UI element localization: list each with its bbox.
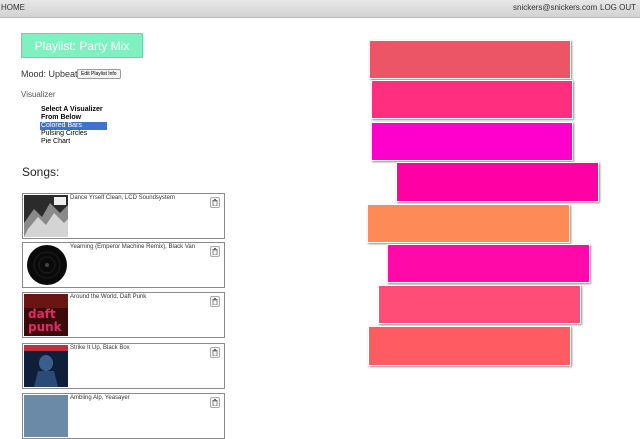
trash-icon[interactable] — [210, 397, 220, 408]
trash-icon[interactable] — [210, 246, 220, 257]
visualizer-bar — [369, 40, 571, 79]
mood-label: Mood: Upbeat — [21, 69, 78, 79]
trash-icon[interactable] — [210, 347, 220, 358]
top-nav-bar: HOME snickers@snickers.com LOG OUT — [0, 0, 640, 18]
visualizer-bar — [368, 326, 571, 366]
visualizer-option[interactable]: Colored Bars — [40, 122, 107, 130]
visualizer-option[interactable]: Pulsing Circles — [40, 130, 107, 138]
song-title: Around the World, Daft Punk — [70, 294, 147, 300]
svg-text:punk: punk — [28, 320, 63, 334]
visualizer-option: Select A Visualizer — [41, 106, 103, 113]
album-art — [24, 395, 68, 437]
visualizer-bar — [371, 80, 573, 119]
album-art — [24, 345, 68, 387]
visualizer-bar — [387, 244, 590, 283]
visualizer-option: From Below — [41, 114, 82, 121]
visualizer-option[interactable]: Pie Chart — [40, 138, 107, 146]
svg-text:daft: daft — [28, 307, 56, 321]
nav-home-link[interactable]: HOME — [1, 3, 25, 12]
playlist-title: Playlist: Party Mix — [21, 33, 143, 58]
song-card: Dance Yrself Clean, LCD Soundsystem — [22, 193, 225, 239]
visualizer-heading: Visualizer — [21, 90, 56, 99]
trash-icon[interactable] — [210, 197, 220, 208]
album-art — [24, 244, 68, 286]
nav-user-email[interactable]: snickers@snickers.com — [513, 3, 597, 12]
song-title: Yearning (Emperor Machine Remix), Black … — [70, 244, 196, 250]
album-art: daft punk — [24, 294, 68, 336]
song-card: Yearning (Emperor Machine Remix), Black … — [22, 242, 225, 288]
album-art — [24, 195, 68, 237]
song-card: Strike It Up, Black Box — [22, 343, 225, 389]
visualizer-bar — [378, 285, 581, 324]
visualizer-bar — [367, 204, 570, 243]
trash-icon[interactable] — [210, 296, 220, 307]
visualizer-bar — [371, 122, 573, 161]
songs-heading: Songs: — [22, 165, 60, 179]
visualizer-canvas — [360, 35, 610, 375]
song-title: Dance Yrself Clean, LCD Soundsystem — [70, 195, 175, 201]
song-title: Strike It Up, Black Box — [70, 345, 130, 351]
edit-playlist-button[interactable]: Edit Playlist Info — [77, 69, 121, 79]
visualizer-select-list[interactable]: Select A Visualizer From Below Colored Bar… — [40, 106, 107, 146]
song-card: daft punk Around the World, Daft Punk — [22, 292, 225, 338]
visualizer-bar — [396, 162, 599, 202]
song-title: Ambling Alp, Yeasayer — [70, 395, 130, 401]
nav-logout-link[interactable]: LOG OUT — [600, 3, 636, 12]
